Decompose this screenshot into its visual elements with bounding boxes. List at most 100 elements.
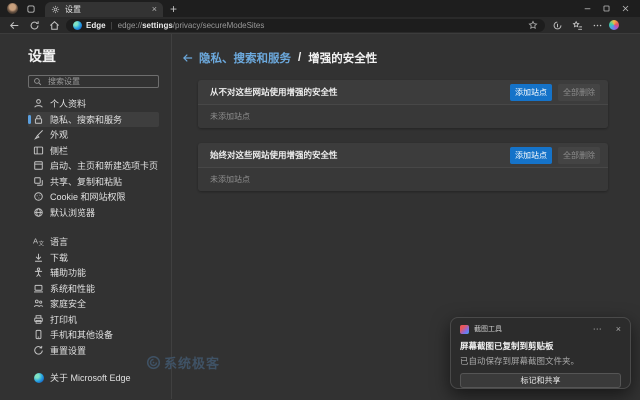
sidebar-group-gap [28, 220, 171, 234]
address-brand: Edge [86, 21, 106, 30]
sidebar-item-cookies[interactable]: Cookie 和网站权限 [28, 189, 159, 205]
toast-app-name: 截图工具 [474, 324, 588, 334]
window-close-icon[interactable] [621, 4, 630, 13]
share-copy-icon [33, 176, 44, 187]
card-body: 未添加站点 [198, 167, 608, 191]
page-header: 隐私、搜索和服务 / 增强的安全性 [182, 50, 640, 66]
snipping-tool-toast: 截图工具 ⋯ × 屏幕截图已复制到剪贴板 已自动保存到屏幕截图文件夹。 标记和共… [450, 317, 631, 389]
window-minimize-icon[interactable] [583, 4, 592, 13]
browser-window: 设置 × + Edge | [0, 0, 640, 400]
sidebar-item-label: 家庭安全 [50, 297, 86, 310]
paintbrush-icon [33, 129, 44, 140]
more-menu-icon[interactable] [589, 20, 605, 31]
sidebar-item-languages[interactable]: A文 语言 [28, 234, 159, 250]
sidebar-item-sidebar[interactable]: 侧栏 [28, 143, 159, 159]
accessibility-icon [33, 267, 44, 278]
sidebar-item-startup[interactable]: 启动、主页和新建选项卡页 [28, 158, 159, 174]
workspaces-icon[interactable] [26, 4, 36, 14]
add-site-button[interactable]: 添加站点 [510, 147, 552, 164]
search-icon [33, 77, 42, 86]
settings-search-box[interactable] [28, 75, 159, 88]
sidebar-item-label: 关于 Microsoft Edge [50, 371, 131, 384]
address-bar[interactable]: Edge | edge://settings/privacy/secureMod… [66, 19, 545, 32]
tab-settings[interactable]: 设置 × [45, 2, 163, 17]
phone-icon [33, 329, 44, 340]
profile-avatar[interactable] [7, 3, 18, 14]
tab-strip: 设置 × + [0, 0, 640, 17]
cookie-icon [33, 191, 44, 202]
printer-icon [33, 314, 44, 325]
cards-container: 从不对这些网站使用增强的安全性 添加站点 全部删除 未添加站点 始终对这些网站使… [198, 80, 608, 191]
card-body: 未添加站点 [198, 104, 608, 128]
home-icon[interactable] [46, 20, 62, 31]
page-title: 增强的安全性 [308, 50, 377, 66]
snipping-tool-icon [460, 325, 469, 334]
toast-more-icon[interactable]: ⋯ [593, 324, 603, 335]
sidebar-item-label: 辅助功能 [50, 266, 86, 279]
back-icon[interactable] [6, 20, 22, 31]
markup-share-button[interactable]: 标记和共享 [460, 373, 621, 388]
sidebar-item-downloads[interactable]: 下载 [28, 250, 159, 266]
sidebar-item-about[interactable]: 关于 Microsoft Edge [28, 370, 159, 386]
copilot-icon[interactable] [609, 20, 619, 30]
refresh-icon[interactable] [26, 20, 42, 31]
favorite-star-icon[interactable] [528, 20, 538, 30]
sidebar-item-label: 语言 [50, 235, 68, 248]
browser-globe-icon [33, 207, 44, 218]
sidebar-item-privacy[interactable]: 隐私、搜索和服务 [28, 112, 159, 128]
never-enhanced-security-card: 从不对这些网站使用增强的安全性 添加站点 全部删除 未添加站点 [198, 80, 608, 128]
download-icon [33, 252, 44, 263]
sidebar-item-label: 启动、主页和新建选项卡页 [50, 159, 158, 172]
browser-essentials-icon[interactable] [549, 20, 565, 31]
card-title: 始终对这些网站使用增强的安全性 [210, 149, 504, 161]
edge-logo-icon [33, 372, 44, 383]
lock-icon [33, 114, 44, 125]
card-title: 从不对这些网站使用增强的安全性 [210, 86, 504, 98]
sidebar-item-accessibility[interactable]: 辅助功能 [28, 265, 159, 281]
card-header: 始终对这些网站使用增强的安全性 添加站点 全部删除 [198, 143, 608, 167]
remove-all-button[interactable]: 全部删除 [558, 84, 600, 101]
sidebar-item-share[interactable]: 共享、复制和粘贴 [28, 174, 159, 190]
toast-subtitle: 已自动保存到屏幕截图文件夹。 [460, 355, 621, 367]
window-maximize-icon[interactable] [602, 4, 611, 13]
new-tab-icon[interactable]: + [170, 3, 177, 15]
sidebar-item-label: 系统和性能 [50, 282, 95, 295]
sidebar-item-label: 下载 [50, 251, 68, 264]
sidebar-item-profiles[interactable]: 个人资料 [28, 96, 159, 112]
sidebar-item-label: 外观 [50, 128, 68, 141]
breadcrumb-separator: / [298, 52, 301, 64]
empty-sites-text: 未添加站点 [210, 111, 250, 122]
svg-text:文: 文 [39, 240, 45, 247]
sidebar-nav-secondary: A文 语言 下载 辅助功能 [28, 234, 171, 358]
sidebar-item-printers[interactable]: 打印机 [28, 312, 159, 328]
breadcrumb-link[interactable]: 隐私、搜索和服务 [199, 50, 291, 66]
tab-close-icon[interactable]: × [152, 5, 157, 14]
sidebar-item-label: 共享、复制和粘贴 [50, 175, 122, 188]
sidebar-item-label: 侧栏 [50, 144, 68, 157]
person-icon [33, 98, 44, 109]
gear-icon [51, 5, 60, 14]
sidebar-layout-icon [33, 145, 44, 156]
sidebar-item-devices[interactable]: 手机和其他设备 [28, 327, 159, 343]
sidebar-item-label: 打印机 [50, 313, 77, 326]
toast-close-icon[interactable]: × [616, 324, 621, 334]
remove-all-button[interactable]: 全部删除 [558, 147, 600, 164]
reset-icon [33, 345, 44, 356]
card-header: 从不对这些网站使用增强的安全性 添加站点 全部删除 [198, 80, 608, 104]
empty-sites-text: 未添加站点 [210, 174, 250, 185]
search-input[interactable] [46, 76, 154, 87]
add-site-button[interactable]: 添加站点 [510, 84, 552, 101]
language-icon: A文 [33, 236, 44, 247]
startup-page-icon [33, 160, 44, 171]
sidebar-item-reset[interactable]: 重置设置 [28, 343, 159, 359]
back-arrow-icon[interactable] [182, 52, 194, 64]
sidebar-item-default-browser[interactable]: 默认浏览器 [28, 205, 159, 221]
favorites-hub-icon[interactable] [569, 20, 585, 31]
sidebar-item-system[interactable]: 系统和性能 [28, 281, 159, 297]
always-enhanced-security-card: 始终对这些网站使用增强的安全性 添加站点 全部删除 未添加站点 [198, 143, 608, 191]
sidebar-item-appearance[interactable]: 外观 [28, 127, 159, 143]
sidebar-item-label: 默认浏览器 [50, 206, 95, 219]
sidebar-item-label: 重置设置 [50, 344, 86, 357]
sidebar-item-family[interactable]: 家庭安全 [28, 296, 159, 312]
sidebar-item-label: Cookie 和网站权限 [50, 190, 126, 203]
